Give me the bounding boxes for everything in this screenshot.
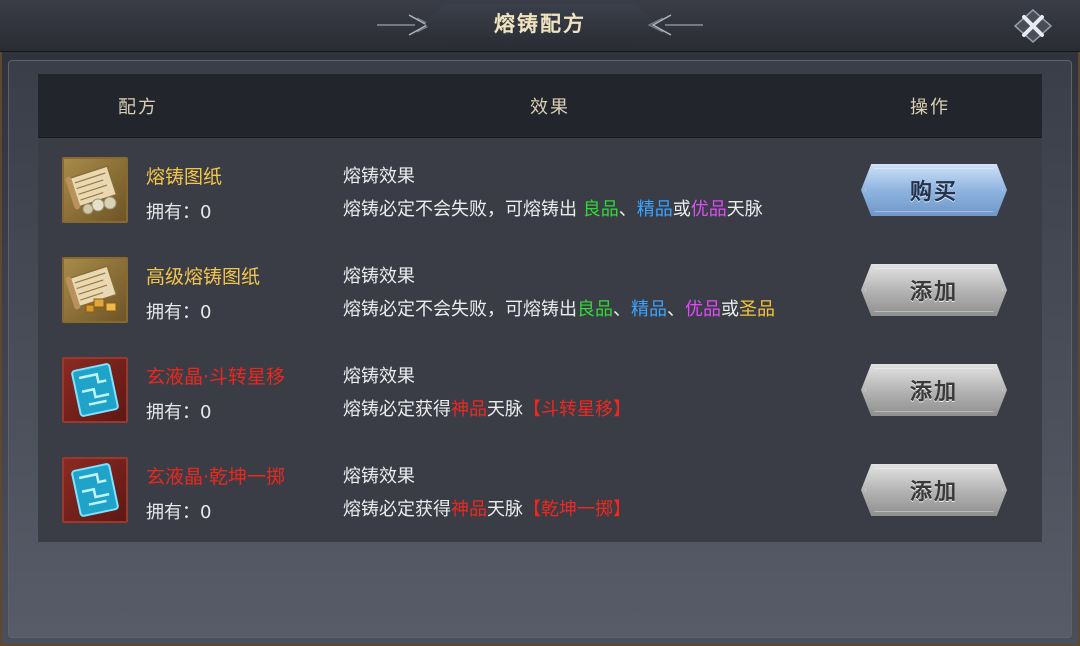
table-row: 玄液晶·乾坤一掷 拥有：0 熔铸效果 熔铸必定获得神品天脉【乾坤一掷】 添加 [38,438,1042,538]
effect-text: 、 [667,299,685,320]
add-button[interactable]: 添加 [861,464,1007,516]
table-row: 玄液晶·斗转星移 拥有：0 熔铸效果 熔铸必定获得神品天脉【斗转星移】 添加 [38,338,1042,438]
button-label: 添加 [909,280,958,305]
buy-button[interactable]: 购买 [861,164,1007,216]
effect-description: 熔铸必定获得神品天脉【乾坤一掷】 [343,495,631,521]
crystal-card-icon[interactable] [62,457,128,523]
scroll-with-pearls-icon[interactable] [62,157,128,223]
effect-text: 熔铸必定获得 [343,399,451,420]
button-label: 添加 [909,480,958,505]
window-title: 熔铸配方 [494,12,586,36]
crystal-card-icon[interactable] [62,357,128,423]
quality-text: 优品 [685,299,721,320]
effect-text: 或 [721,299,739,320]
button-label: 购买 [909,180,958,205]
owned-count: 拥有：0 [146,298,211,324]
quality-text: 良品 [582,199,619,220]
owned-count: 拥有：0 [146,498,211,524]
effect-title: 熔铸效果 [343,366,415,387]
owned-label: 拥有： [146,402,200,423]
quality-text: 精品 [631,299,667,320]
owned-value: 0 [200,302,212,323]
item-name: 熔铸图纸 [146,166,223,188]
owned-label: 拥有： [146,502,200,523]
effect-text: 天脉 [726,199,763,220]
owned-value: 0 [200,202,212,223]
quality-text: 【乾坤一掷】 [523,499,631,520]
effect-description: 熔铸必定获得神品天脉【斗转星移】 [343,395,631,421]
effect-text: 天脉 [487,399,523,420]
scroll-with-gold-icon[interactable] [62,257,128,323]
header-action: 操作 [910,97,950,118]
add-button[interactable]: 添加 [861,364,1007,416]
quality-text: 【斗转星移】 [523,399,631,420]
effect-text: 或 [672,199,691,220]
effect-text: 熔铸必定不会失败，可熔铸出 [343,299,577,320]
add-button[interactable]: 添加 [861,264,1007,316]
effect-text: 、 [613,299,631,320]
quality-text: 神品 [451,399,487,420]
quality-text: 圣品 [739,299,775,320]
effect-title: 熔铸效果 [343,266,415,287]
owned-label: 拥有： [146,202,200,223]
header-recipe: 配方 [118,97,158,118]
item-name: 玄液晶·乾坤一掷 [146,466,286,488]
owned-value: 0 [200,402,212,423]
owned-value: 0 [200,502,212,523]
effect-text: 熔铸必定不会失败，可熔铸出 [343,199,583,220]
owned-label: 拥有： [146,302,200,323]
effect-title: 熔铸效果 [343,166,415,187]
item-name: 高级熔铸图纸 [146,266,261,288]
effect-text: 、 [618,199,637,220]
button-label: 添加 [909,380,958,405]
owned-count: 拥有：0 [146,198,211,224]
close-button[interactable] [1008,6,1058,46]
quality-text: 精品 [636,199,673,220]
table-row: 熔铸图纸拥有：0 熔铸效果熔铸必定不会失败，可熔铸出 良品、精品或优品天脉 购买 [38,138,1042,238]
quality-text: 神品 [451,499,487,520]
header-effect: 效果 [530,97,570,118]
quality-text: 优品 [690,199,727,220]
quality-text: 良品 [577,299,613,320]
item-name: 玄液晶·斗转星移 [146,366,286,388]
effect-description: 熔铸必定不会失败，可熔铸出 良品、精品或优品天脉 [343,195,763,221]
effect-text: 天脉 [487,499,523,520]
owned-count: 拥有：0 [146,398,211,424]
title-ornament-right-icon [647,14,703,36]
effect-text: 熔铸必定获得 [343,499,451,520]
close-icon [1013,8,1053,44]
effect-title: 熔铸效果 [343,466,415,487]
table-row: 高级熔铸图纸 拥有：0 熔铸效果 熔铸必定不会失败，可熔铸出良品、精品、优品或圣品 添加 [38,238,1042,338]
effect-description: 熔铸必定不会失败，可熔铸出良品、精品、优品或圣品 [343,295,775,321]
